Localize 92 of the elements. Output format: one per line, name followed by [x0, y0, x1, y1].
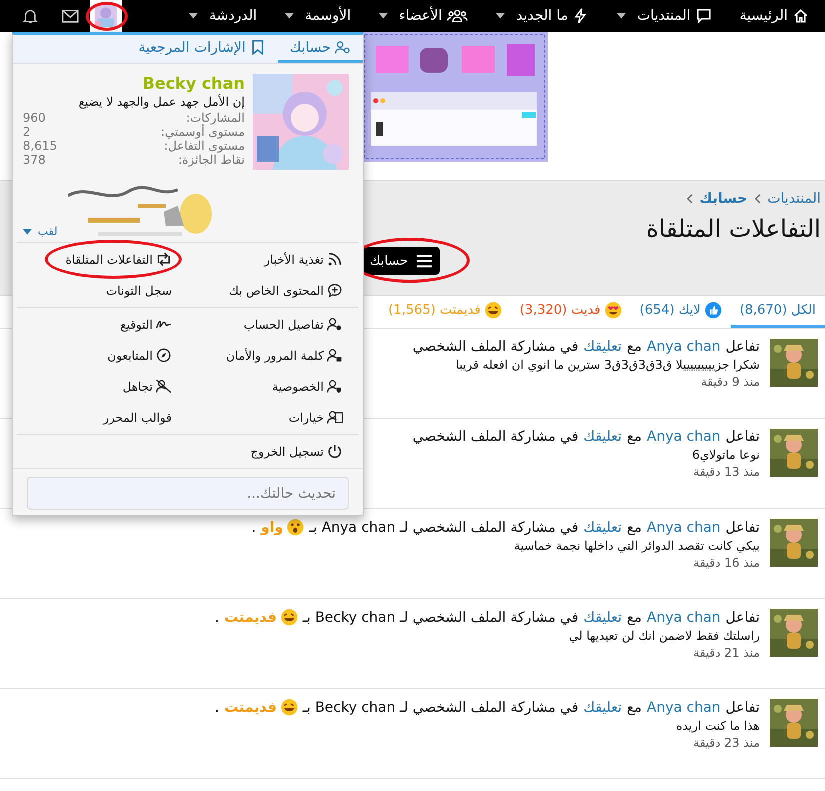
alert-link[interactable]: Anya chan	[647, 610, 721, 626]
caret-icon	[496, 13, 506, 19]
breadcrumb-link[interactable]: المنتديات	[768, 191, 821, 207]
alert-snippet: هذا ما كنت اريده	[675, 719, 760, 733]
menu-item[interactable]: كلمة المرور والأمان	[226, 340, 349, 371]
reaction-tab[interactable]: الكل (8,670)	[730, 296, 825, 328]
menu-icon	[417, 254, 432, 268]
nav-link[interactable]: الدردشة	[189, 8, 258, 24]
bookmark-icon	[250, 40, 266, 55]
bell-icon[interactable]	[22, 8, 38, 24]
stat-label: مستوى التفاعل:	[164, 139, 245, 153]
stat-label: مستوى أوسمتي:	[161, 125, 245, 139]
home-icon	[793, 8, 809, 24]
alert-link[interactable]: Anya chan	[647, 339, 721, 355]
menu-item[interactable]: سجل التونات	[106, 275, 188, 306]
chevron-icon	[686, 194, 693, 204]
menu-item[interactable]: المتابعون	[108, 340, 188, 371]
alert-link[interactable]: Anya chan	[647, 520, 721, 536]
alert-link[interactable]: تعليقك	[584, 610, 622, 626]
alert-link[interactable]: تعليقك	[584, 520, 622, 536]
laughing-face-icon	[280, 699, 298, 716]
user-card-icon	[327, 410, 343, 425]
menu-item[interactable]: تجاهل	[122, 371, 188, 402]
title-link[interactable]: لقب	[23, 225, 58, 238]
breadcrumb-link[interactable]: حسابك	[700, 191, 748, 207]
repeat-icon	[156, 252, 172, 267]
surprised-face-icon	[287, 519, 304, 536]
heart-eyes-icon	[604, 302, 622, 319]
menu-item[interactable]: تسجيل الخروج	[250, 436, 349, 467]
menu-item[interactable]: قوالب المحرر	[103, 402, 188, 433]
user-lock-icon	[327, 348, 343, 363]
alert-snippet: نوعا ماتولاي6	[691, 448, 760, 462]
mail-icon[interactable]	[62, 8, 78, 24]
nav-link[interactable]: المنتديات	[617, 8, 712, 24]
alert-link[interactable]: Anya chan	[647, 700, 721, 716]
alert-link[interactable]: تعليقك	[584, 339, 622, 355]
page-title: التفاعلات المتلقاة	[646, 215, 821, 243]
compass-icon	[156, 348, 172, 363]
caret-icon	[617, 13, 626, 19]
alert-link[interactable]: تعليقك	[584, 429, 622, 445]
alert-time: منذ 23 دقيقة	[692, 736, 760, 750]
stat-value: 2	[23, 125, 31, 139]
alert-snippet: شكرا جزيييييييييلا ق3ق3ق3ق3 سترين ما انوي ان افعله قريبا	[455, 358, 760, 372]
avatar-icon[interactable]	[95, 5, 117, 27]
reaction-tab[interactable]: لايك (654)	[630, 296, 731, 328]
alert-time: منذ 21 دقيقة	[692, 646, 760, 660]
caret-icon	[23, 228, 32, 234]
menu-item[interactable]: خيارات	[288, 402, 349, 433]
chat-icon	[696, 8, 712, 24]
menu-item[interactable]: التوقيع	[120, 309, 188, 340]
menu-item[interactable]: الخصوصية	[272, 371, 349, 402]
menu-tab[interactable]: الإشارات المرجعية	[126, 35, 278, 63]
profile-status: إن الأمل جهد عمل والجهد لا يضيع	[78, 95, 245, 109]
alert-snippet: بيكي كانت تقصد الدوائر التي داخلها نجمة خماسية	[513, 539, 760, 553]
menu-item[interactable]: التفاعلات المتلقاة	[66, 244, 188, 275]
status-field[interactable]: تحديث حالتك...	[27, 477, 349, 510]
caret-icon	[379, 13, 388, 19]
rss-icon	[327, 252, 343, 267]
user-slash-icon	[156, 379, 172, 394]
nav-link[interactable]: الأعضاء	[379, 8, 468, 24]
caret-icon	[285, 13, 294, 19]
nav-link[interactable]: ما الجديد	[496, 8, 590, 24]
user-gear-icon	[335, 40, 351, 55]
alert-link[interactable]: تعليقك	[584, 700, 622, 716]
nav-link[interactable]: الأوسمة	[285, 8, 352, 24]
chevron-icon	[754, 194, 761, 204]
comment-plus-icon	[327, 283, 343, 298]
reaction-tab[interactable]: فديت (3,320)	[510, 296, 631, 328]
menu-tab[interactable]: حسابك	[278, 35, 363, 63]
user-gear-icon	[327, 317, 343, 332]
stat-value: 960	[23, 111, 46, 125]
menu-item[interactable]: المحتوى الخاص بك	[229, 275, 349, 306]
stat-label: المشاركات:	[186, 111, 245, 125]
alert-snippet: راسلتك فقط لاضمن انك لن تعيديها لي	[568, 629, 760, 643]
laughing-face-icon	[484, 302, 502, 319]
account-button[interactable]: حسابك	[362, 247, 440, 275]
caret-icon	[189, 13, 198, 19]
users-icon	[447, 8, 468, 24]
alert-time: منذ 13 دقيقة	[692, 465, 760, 479]
stat-value: 378	[23, 153, 46, 167]
power-icon	[327, 444, 343, 459]
laughing-face-icon	[280, 609, 298, 626]
alert-time: منذ 9 دقيقة	[700, 375, 760, 389]
thumbs-up-icon	[704, 302, 722, 319]
menu-item[interactable]: تفاصيل الحساب	[244, 309, 349, 340]
stat-value: 8,615	[23, 139, 58, 153]
menu-item[interactable]: تغذية الأخبار	[264, 244, 349, 275]
alert-link[interactable]: Anya chan	[647, 429, 721, 445]
nav-link[interactable]: الرئيسية	[740, 8, 809, 24]
user-shield-icon	[327, 379, 343, 394]
alert-time: منذ 16 دقيقة	[692, 556, 760, 570]
stat-label: نقاط الجائزة:	[178, 153, 245, 167]
